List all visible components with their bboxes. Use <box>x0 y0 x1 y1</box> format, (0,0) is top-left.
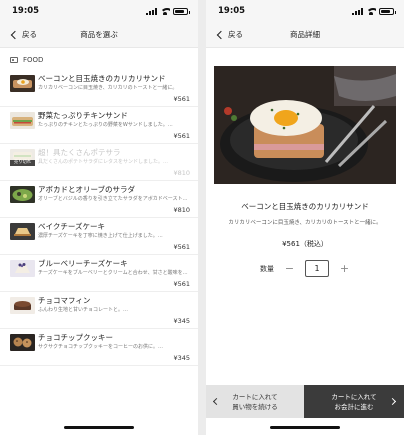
add-to-cart-continue-button[interactable]: カートに入れて 買い物を続ける <box>206 385 304 418</box>
product-image <box>214 66 396 184</box>
list-item[interactable]: アボカドとオリーブのサラダ オリーブとバジルの香りを引き立てたサラダをアボカドベ… <box>0 181 198 218</box>
status-time: 19:05 <box>218 6 246 16</box>
home-indicator <box>270 426 340 429</box>
checkout-line-2: お会計に進む <box>334 402 374 411</box>
item-price: ¥561 <box>173 132 190 140</box>
chevron-left-icon <box>216 30 226 39</box>
wifi-icon <box>366 7 376 15</box>
product-thumbnail <box>10 297 35 314</box>
continue-line-2: 買い物を続ける <box>232 402 278 411</box>
list-item[interactable]: 野菜たっぷりチキンサンド たっぷりのチキンとたっぷりの野菜をWサンドしました。…… <box>0 107 198 144</box>
list-item[interactable]: ブルーベリーチーズケーキ チーズケーキをブルーベリーとクリームと合わせ、甘さと酸… <box>0 255 198 292</box>
product-thumbnail <box>10 75 35 92</box>
product-thumbnail <box>10 260 35 277</box>
item-price: ¥345 <box>173 354 190 362</box>
add-to-cart-checkout-button[interactable]: カートに入れて お会計に進む <box>304 385 404 418</box>
item-name: 超！具たくさんポテサラ <box>38 148 121 157</box>
item-description: ふんわり生地と甘いチョコレートと。… <box>38 307 129 313</box>
item-description: チーズケーキをブルーベリーとクリームと合わせ、甘さと酸味を生かしました。 <box>38 270 190 276</box>
list-item[interactable]: チョコチップクッキー サクサクチョコチップクッキーをコーヒーのお供に。… ¥34… <box>0 329 198 366</box>
item-name: チョコマフィン <box>38 296 91 305</box>
back-button[interactable]: 戻る <box>216 29 243 40</box>
home-indicator <box>64 426 134 429</box>
back-label: 戻る <box>22 30 37 39</box>
item-description: 濃厚チーズケーキを丁寧に焼き上げて仕上げました。… <box>38 233 163 239</box>
item-description: オリーブとバジルの香りを引き立てたサラダをアボカドベーストと一緒に。 <box>38 196 190 202</box>
product-thumbnail <box>10 112 35 129</box>
tag-icon <box>10 57 18 63</box>
back-label: 戻る <box>228 30 243 39</box>
nav-bar: 戻る 商品を選ぶ <box>0 22 198 48</box>
item-price: ¥345 <box>173 317 190 325</box>
quantity-label: 数量 <box>260 264 274 273</box>
screen-divider <box>198 0 206 435</box>
back-button[interactable]: 戻る <box>10 29 37 40</box>
checkout-line-1: カートに入れて <box>331 392 377 401</box>
item-name: ベイクチーズケーキ <box>38 222 105 231</box>
list-item[interactable]: ベイクチーズケーキ 濃厚チーズケーキを丁寧に焼き上げて仕上げました。… ¥561 <box>0 218 198 255</box>
increment-button[interactable]: + <box>339 263 350 274</box>
item-description: たっぷりのチキンとたっぷりの野菜をWサンドしました。… <box>38 122 173 128</box>
product-price: ¥561（税込） <box>282 240 328 248</box>
nav-bar: 戻る 商品詳細 <box>206 22 404 48</box>
product-detail-screen: 19:05 戻る 商品詳細 ベーコンと目玉焼きのカリカリサンド カリカリベーコン… <box>206 0 404 435</box>
item-price: ¥810 <box>173 206 190 214</box>
status-bar: 19:05 <box>0 0 198 22</box>
list-item-sold-out[interactable]: 売り切れ 超！具たくさんポテサラ 具だくさんのポテトサラダにレタスをサンドしまし… <box>0 144 198 181</box>
signal-icon <box>352 7 363 15</box>
item-name: ブルーベリーチーズケーキ <box>38 259 128 268</box>
product-thumbnail <box>10 186 35 203</box>
chevron-left-icon <box>212 397 221 406</box>
list-item[interactable]: チョコマフィン ふんわり生地と甘いチョコレートと。… ¥345 <box>0 292 198 329</box>
item-name: アボカドとオリーブのサラダ <box>38 185 136 194</box>
category-label: FOOD <box>23 56 44 64</box>
item-price: ¥561 <box>173 280 190 288</box>
item-price: ¥561 <box>173 95 190 103</box>
product-thumbnail <box>10 334 35 351</box>
status-icons <box>146 7 190 15</box>
sold-out-badge: 売り切れ <box>10 160 35 166</box>
battery-icon <box>173 7 190 15</box>
chevron-right-icon <box>388 397 397 406</box>
quantity-stepper: 数量 − 1 + <box>206 260 404 277</box>
product-name: ベーコンと目玉焼きのカリカリサンド <box>241 202 369 211</box>
cart-action-bar: カートに入れて 買い物を続ける カートに入れて お会計に進む <box>206 385 404 418</box>
item-description: カリカリベーコンに目玉焼き、カリカリのトーストと一緒に。 <box>38 85 178 91</box>
chevron-left-icon <box>10 30 20 39</box>
item-description: 具だくさんのポテトサラダにレタスをサンドしました。… <box>38 159 169 165</box>
quantity-field[interactable]: 1 <box>305 260 329 277</box>
item-name: ベーコンと目玉焼きのカリカリサンド <box>38 74 166 83</box>
item-price: ¥561 <box>173 243 190 251</box>
wifi-icon <box>160 7 170 15</box>
item-price: ¥810 <box>173 169 190 177</box>
status-time: 19:05 <box>12 6 40 16</box>
decrement-button[interactable]: − <box>284 263 295 274</box>
category-header: FOOD <box>0 48 198 70</box>
product-list-screen: 19:05 戻る 商品を選ぶ FOOD ベーコンと目玉焼きのカリカリサンド カリ… <box>0 0 198 435</box>
battery-icon <box>379 7 396 15</box>
item-name: チョコチップクッキー <box>38 333 113 342</box>
status-bar: 19:05 <box>206 0 404 22</box>
item-description: サクサクチョコチップクッキーをコーヒーのお供に。… <box>38 344 164 350</box>
item-name: 野菜たっぷりチキンサンド <box>38 111 128 120</box>
list-item[interactable]: ベーコンと目玉焼きのカリカリサンド カリカリベーコンに目玉焼き、カリカリのトース… <box>0 70 198 107</box>
signal-icon <box>146 7 157 15</box>
product-description: カリカリベーコンに目玉焼き、カリカリのトーストと一緒に。 <box>228 220 382 226</box>
status-icons <box>352 7 396 15</box>
product-thumbnail <box>10 223 35 240</box>
continue-line-1: カートに入れて <box>232 392 278 401</box>
